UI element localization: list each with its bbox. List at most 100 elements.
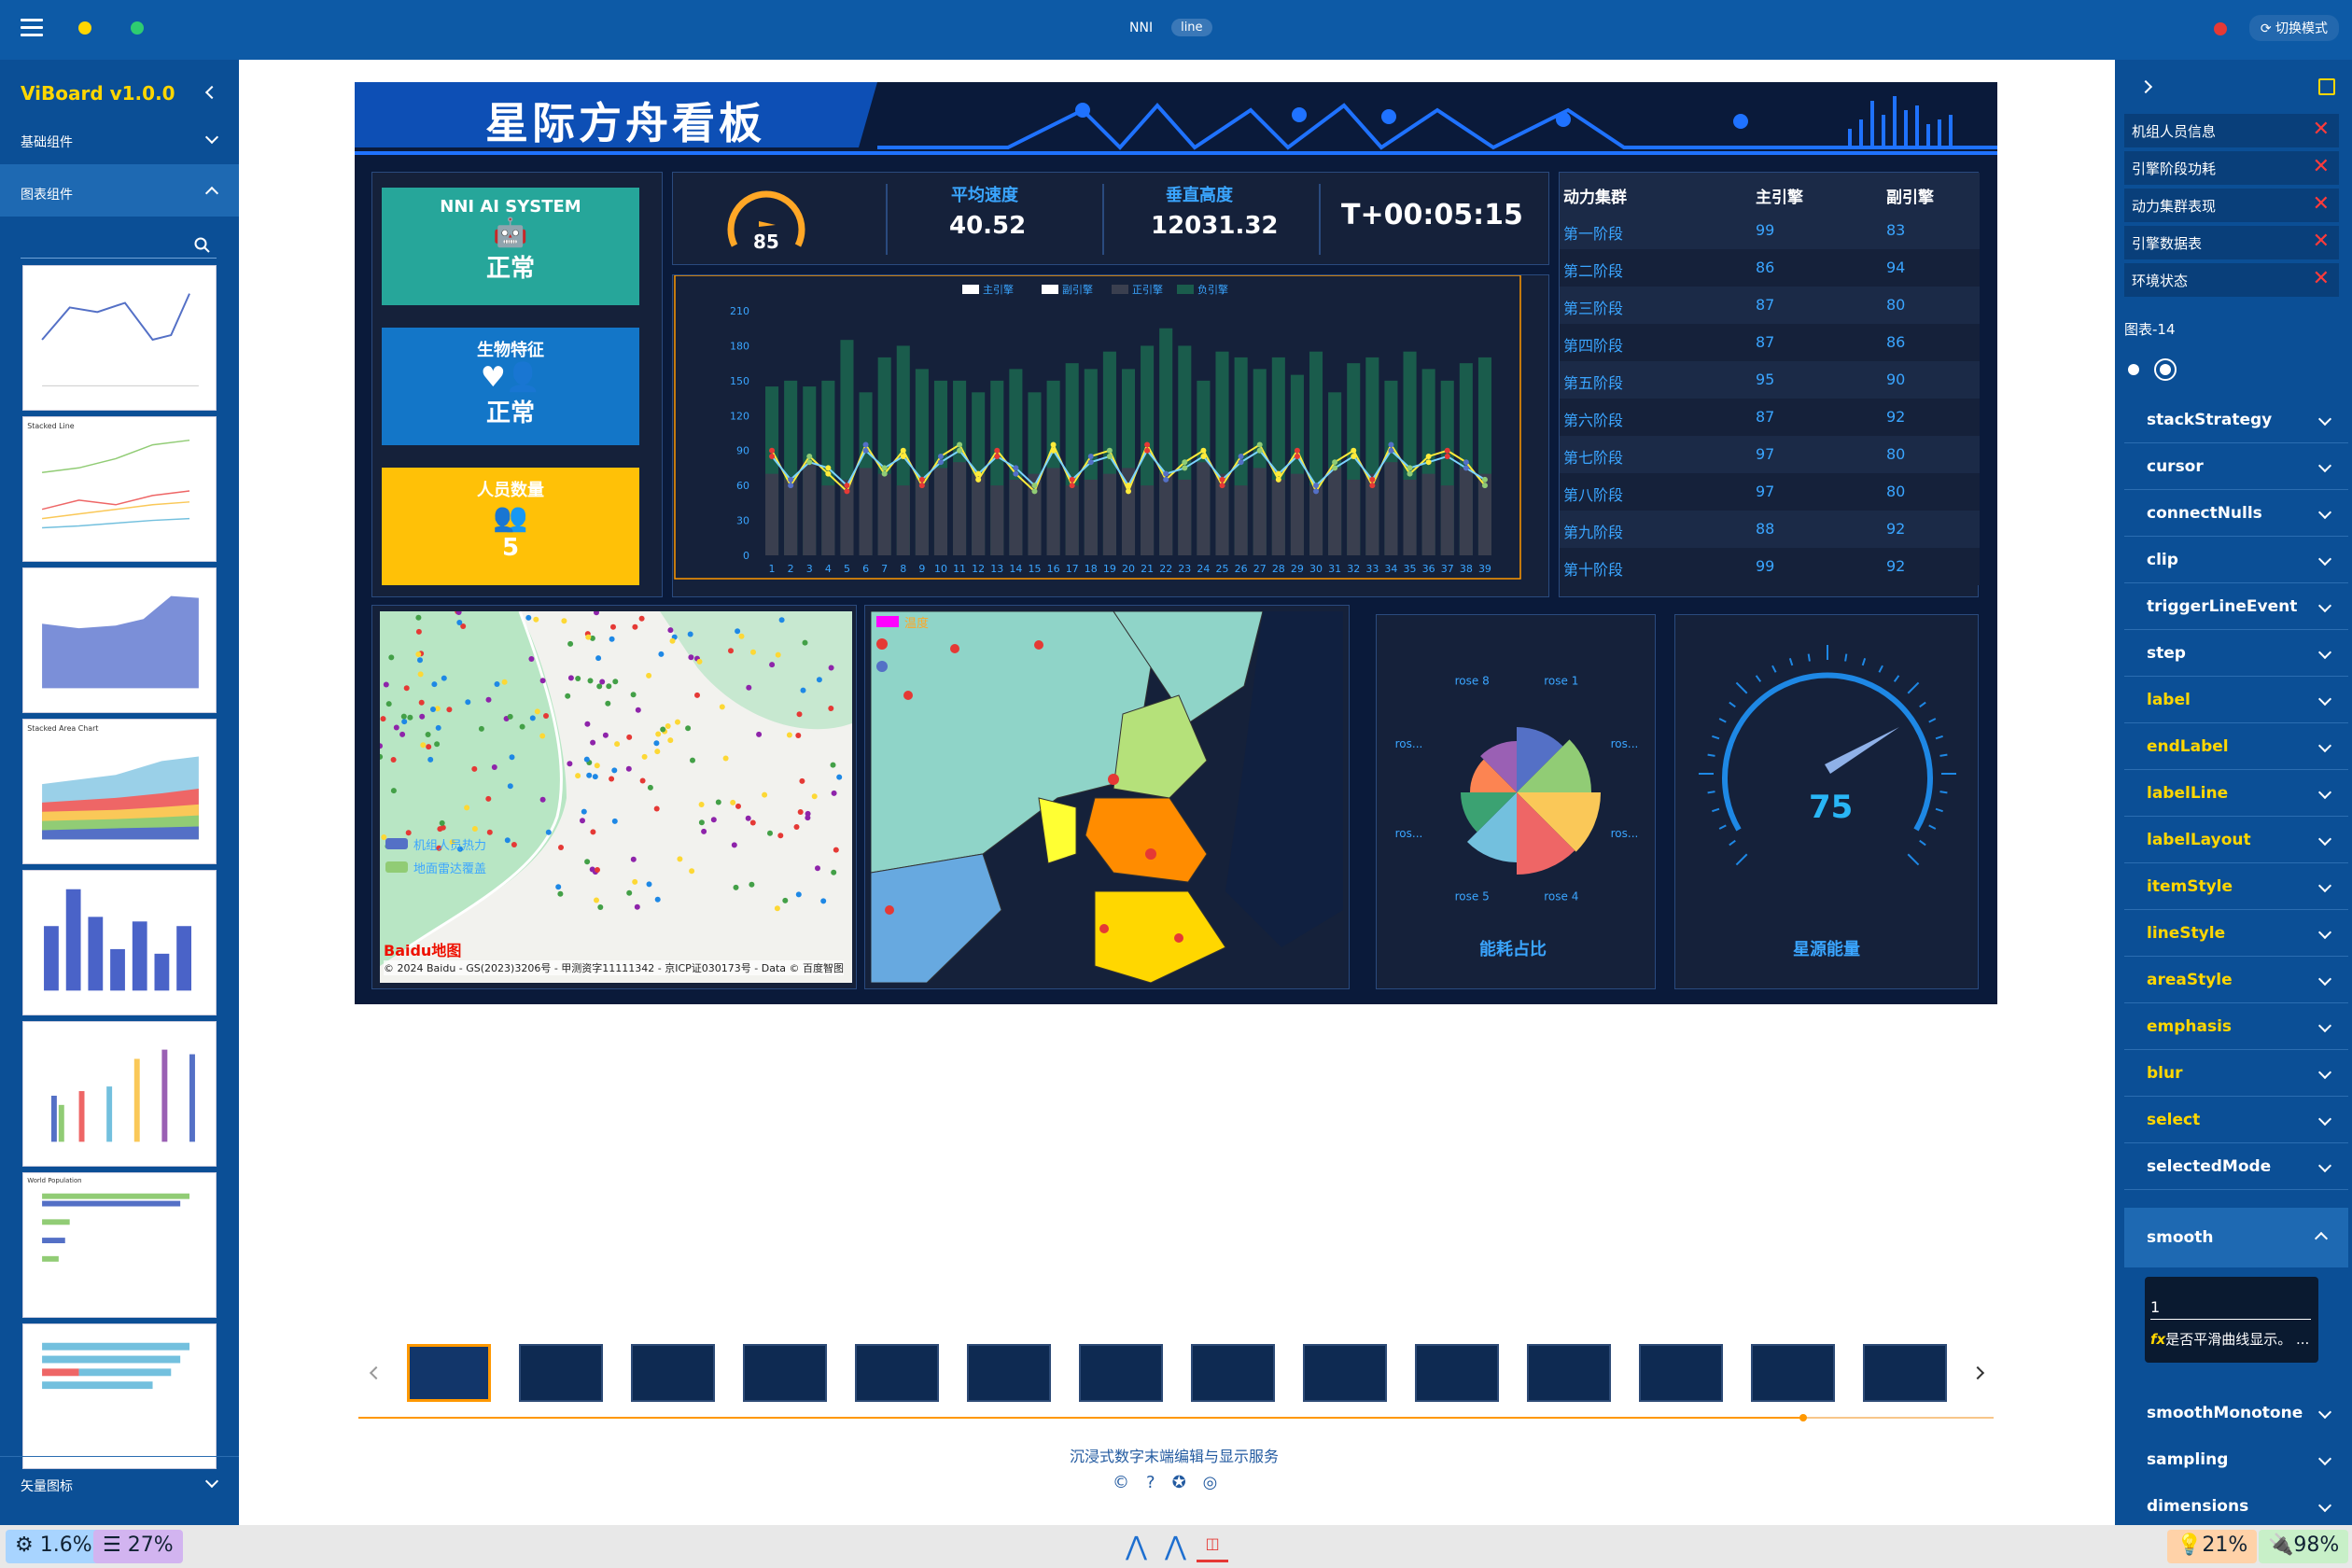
map-marker[interactable] (795, 891, 802, 898)
map-marker[interactable] (427, 756, 434, 763)
line-point[interactable] (1425, 453, 1432, 459)
prop-itemStyle[interactable]: itemStyle (2147, 877, 2233, 896)
map-marker[interactable] (730, 799, 736, 805)
line-point[interactable] (881, 465, 888, 471)
bar-negative[interactable] (1384, 462, 1398, 555)
map-marker[interactable] (580, 818, 585, 824)
line-point[interactable] (1388, 447, 1394, 454)
line-point[interactable] (788, 476, 794, 483)
map-marker[interactable] (685, 725, 692, 732)
line-point[interactable] (1069, 483, 1075, 489)
line-point[interactable] (1407, 470, 1413, 477)
line-point[interactable] (825, 465, 832, 471)
map-marker[interactable] (690, 757, 695, 763)
map-marker[interactable] (594, 763, 600, 769)
line-point[interactable] (769, 453, 776, 459)
map-marker[interactable] (561, 618, 567, 624)
line-point[interactable] (1087, 453, 1094, 459)
map-marker[interactable] (710, 817, 717, 823)
map-marker[interactable] (507, 783, 513, 790)
map-marker[interactable] (590, 739, 596, 746)
map-marker[interactable] (434, 741, 441, 748)
map-marker[interactable] (612, 679, 619, 685)
map-marker[interactable] (420, 742, 427, 749)
thumb-bar[interactable] (22, 870, 217, 1015)
line-point[interactable] (1256, 441, 1263, 448)
prop-blur[interactable]: blur (2147, 1064, 2182, 1083)
line-point[interactable] (918, 476, 925, 483)
menu-icon[interactable] (21, 19, 43, 36)
prop-labelLine[interactable]: labelLine (2147, 784, 2228, 803)
map-marker[interactable] (816, 677, 822, 683)
map-marker[interactable] (778, 617, 785, 623)
map-marker[interactable] (696, 658, 703, 665)
map-marker[interactable] (786, 732, 792, 738)
map-marker[interactable] (511, 842, 517, 847)
line-point[interactable] (1388, 441, 1394, 448)
template-thumbnail[interactable] (519, 1344, 603, 1402)
map-marker[interactable] (390, 788, 397, 794)
legend-swatch[interactable] (962, 285, 979, 294)
map-marker[interactable] (715, 799, 721, 805)
export-icon[interactable] (2318, 78, 2335, 95)
line-point[interactable] (844, 483, 850, 489)
prop-clip[interactable]: clip (2147, 551, 2178, 569)
line-point[interactable] (1332, 465, 1338, 471)
map-marker[interactable] (533, 616, 539, 623)
map-marker[interactable] (585, 634, 592, 640)
map-marker[interactable] (478, 725, 484, 732)
line-point[interactable] (1463, 465, 1469, 471)
collapse-sidebar-icon[interactable] (204, 85, 219, 100)
map-marker[interactable] (435, 724, 441, 731)
line-point[interactable] (900, 447, 906, 454)
line-point[interactable] (1144, 447, 1151, 454)
arch-icon-2[interactable]: ⋀ (1165, 1531, 1186, 1561)
bar-negative[interactable] (859, 468, 873, 555)
map-marker[interactable] (653, 805, 660, 812)
prop-connectNulls[interactable]: connectNulls (2147, 504, 2262, 523)
line-point[interactable] (1481, 483, 1488, 489)
line-point[interactable] (1163, 470, 1169, 477)
map-marker[interactable] (431, 681, 438, 688)
prop-lineStyle[interactable]: lineStyle (2147, 924, 2225, 943)
line-point[interactable] (1087, 459, 1094, 466)
line-point[interactable] (1294, 453, 1300, 459)
line-point[interactable] (937, 453, 944, 459)
map-marker[interactable] (441, 675, 447, 681)
bar-negative[interactable] (1290, 473, 1304, 555)
map-marker[interactable] (767, 830, 773, 836)
map-marker[interactable] (594, 897, 599, 903)
map-marker[interactable] (828, 706, 834, 711)
region-map[interactable] (871, 611, 1343, 983)
line-point[interactable] (1238, 459, 1244, 466)
map-marker[interactable] (519, 723, 525, 730)
legend-item[interactable] (876, 661, 929, 676)
template-thumbnail[interactable] (1863, 1344, 1947, 1402)
bar-negative[interactable] (1178, 479, 1192, 555)
radio-off-icon[interactable] (2128, 364, 2139, 375)
map-marker[interactable] (545, 829, 552, 835)
line-point[interactable] (1294, 447, 1300, 454)
map-marker[interactable] (655, 731, 662, 737)
bar-negative[interactable] (1084, 479, 1098, 555)
map-marker[interactable] (439, 819, 445, 826)
map-marker[interactable] (660, 726, 666, 733)
map-marker[interactable] (774, 905, 780, 912)
nav-basic-components[interactable]: 基础组件 (0, 112, 239, 164)
map-marker[interactable] (426, 744, 432, 750)
map-marker[interactable] (430, 707, 436, 712)
award-icon[interactable]: ✪ (1172, 1473, 1203, 1492)
map-marker[interactable] (745, 815, 751, 821)
line-point[interactable] (1050, 441, 1057, 448)
smooth-input[interactable] (2150, 1295, 2311, 1320)
map-marker[interactable] (831, 869, 837, 875)
line-point[interactable] (1407, 465, 1413, 471)
bar-negative[interactable] (1159, 473, 1173, 555)
map-marker[interactable] (605, 700, 611, 707)
radio-on-icon[interactable] (2154, 358, 2177, 381)
carousel-prev-icon[interactable] (369, 1365, 384, 1380)
carousel-next-icon[interactable] (1970, 1365, 1985, 1380)
map-marker[interactable] (539, 733, 546, 739)
legend-swatch[interactable] (1112, 285, 1128, 294)
map-marker[interactable] (596, 683, 603, 690)
